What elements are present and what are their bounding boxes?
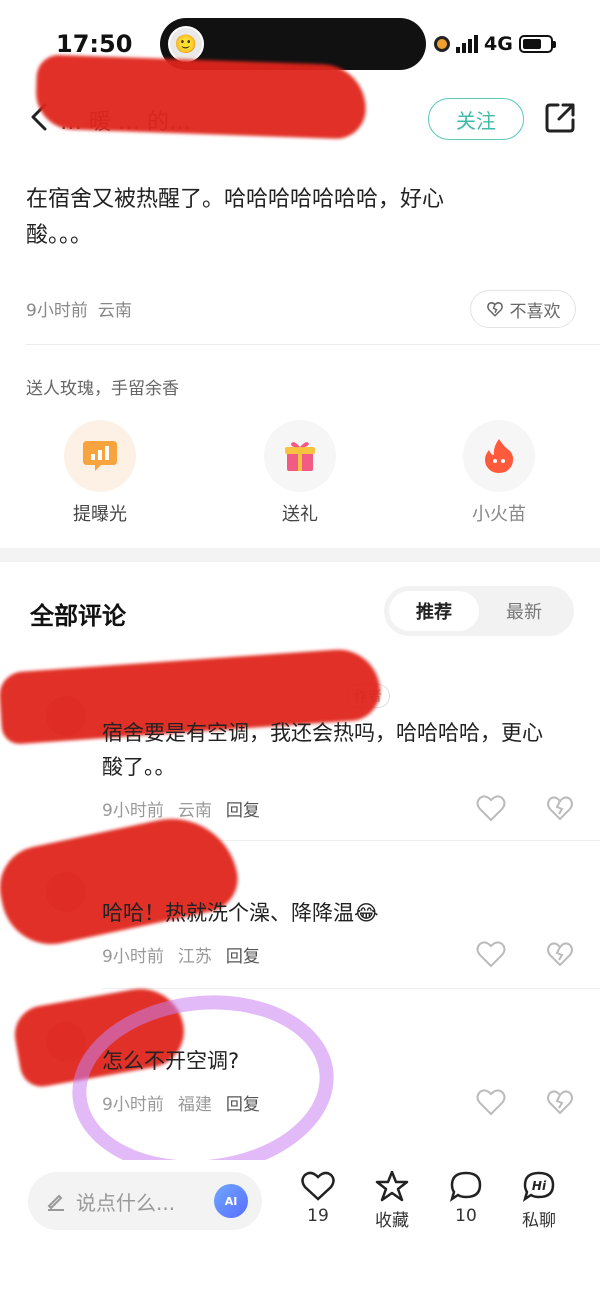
post-meta: 9小时前 云南 — [26, 296, 132, 321]
comment-input-placeholder: 说点什么... — [76, 1190, 176, 1215]
comment-meta: 9小时前 福建 回复 — [102, 1090, 260, 1115]
comment-time: 9小时前 — [102, 947, 164, 967]
favorite-label: 收藏 — [375, 1211, 409, 1231]
comment-text: 怎么不开空调? — [102, 1049, 240, 1073]
gift-send[interactable]: 送礼 — [245, 420, 355, 526]
island-avatar-icon: 🙂 — [168, 26, 204, 62]
post-text: 在宿舍又被热醒了。哈哈哈哈哈哈哈，好心酸。。。 — [26, 187, 445, 248]
boost-icon — [64, 420, 136, 492]
dislike-button[interactable]: 不喜欢 — [470, 290, 576, 328]
redaction-scribble — [34, 54, 368, 140]
divider — [26, 344, 600, 345]
comment-time: 9小时前 — [102, 1095, 164, 1115]
gift-box-icon — [264, 420, 336, 492]
comment-meta: 9小时前 云南 回复 — [102, 796, 260, 821]
like-button[interactable]: 19 — [283, 1170, 353, 1226]
ai-assistant-icon[interactable]: AI — [214, 1184, 248, 1218]
gift-hint: 送人玫瑰，手留余香 — [26, 379, 179, 399]
star-icon — [375, 1170, 409, 1202]
dislike-label: 不喜欢 — [509, 301, 561, 322]
status-indicators: 4G — [434, 33, 556, 55]
signal-icon — [456, 35, 478, 53]
broken-heart-icon[interactable] — [546, 940, 574, 968]
comment-button[interactable]: 10 — [431, 1170, 501, 1226]
broken-heart-icon[interactable] — [546, 794, 574, 822]
follow-button[interactable]: 关注 — [428, 98, 524, 140]
comment-location: 江苏 — [177, 947, 212, 967]
recording-indicator-icon — [434, 36, 450, 52]
gift-little-flame[interactable]: 小火苗 — [444, 420, 554, 526]
reply-button[interactable]: 回复 — [226, 1090, 260, 1115]
chat-hi-icon: Hi — [522, 1171, 555, 1202]
network-type: 4G — [484, 33, 513, 55]
post-location: 云南 — [97, 301, 132, 321]
comment-divider — [102, 988, 600, 989]
comment-time: 9小时前 — [102, 801, 164, 821]
tab-recommended[interactable]: 推荐 — [389, 591, 479, 631]
share-icon[interactable] — [542, 100, 578, 136]
broken-heart-icon — [486, 302, 503, 317]
battery-icon — [518, 35, 556, 53]
pencil-icon — [47, 1194, 64, 1211]
status-time: 17:50 — [56, 30, 133, 58]
gift-boost-exposure[interactable]: 提曝光 — [45, 420, 155, 526]
chat-hi-text: Hi — [532, 1179, 547, 1193]
comment-input[interactable]: 说点什么... AI — [28, 1172, 262, 1230]
private-message-label: 私聊 — [522, 1211, 556, 1231]
gift-label: 送礼 — [282, 504, 318, 525]
reply-button[interactable]: 回复 — [226, 796, 260, 821]
comment-count: 10 — [455, 1206, 477, 1226]
speech-bubble-icon — [449, 1171, 482, 1202]
redaction-scribble — [0, 806, 244, 954]
gift-label: 小火苗 — [472, 504, 526, 525]
favorite-button[interactable]: 收藏 — [357, 1170, 427, 1231]
heart-icon[interactable] — [476, 794, 506, 822]
comment-sort-toggle: 推荐 最新 — [384, 586, 574, 636]
bottom-action-bar: 说点什么... AI 19 收藏 10 Hi 私聊 — [0, 1160, 600, 1299]
comment-text: 宿舍要是有空调，我还会热吗，哈哈哈哈，更心酸了。。 — [102, 721, 543, 779]
comments-title: 全部评论 — [30, 602, 126, 630]
flame-icon — [463, 420, 535, 492]
broken-heart-icon[interactable] — [546, 1088, 574, 1116]
post-time: 9小时前 — [26, 301, 88, 321]
comment-text: 哈哈！热就洗个澡、降降温😂 — [102, 901, 379, 925]
private-message-button[interactable]: Hi 私聊 — [504, 1170, 574, 1231]
section-gap — [0, 548, 600, 562]
comment-meta: 9小时前 江苏 回复 — [102, 942, 260, 967]
heart-icon[interactable] — [476, 1088, 506, 1116]
like-count: 19 — [307, 1206, 329, 1226]
comment-location: 云南 — [177, 801, 212, 821]
gift-label: 提曝光 — [73, 504, 127, 525]
comment-location: 福建 — [177, 1095, 212, 1115]
reply-button[interactable]: 回复 — [226, 942, 260, 967]
heart-icon[interactable] — [476, 940, 506, 968]
tab-latest[interactable]: 最新 — [479, 591, 569, 631]
heart-icon — [301, 1171, 335, 1201]
